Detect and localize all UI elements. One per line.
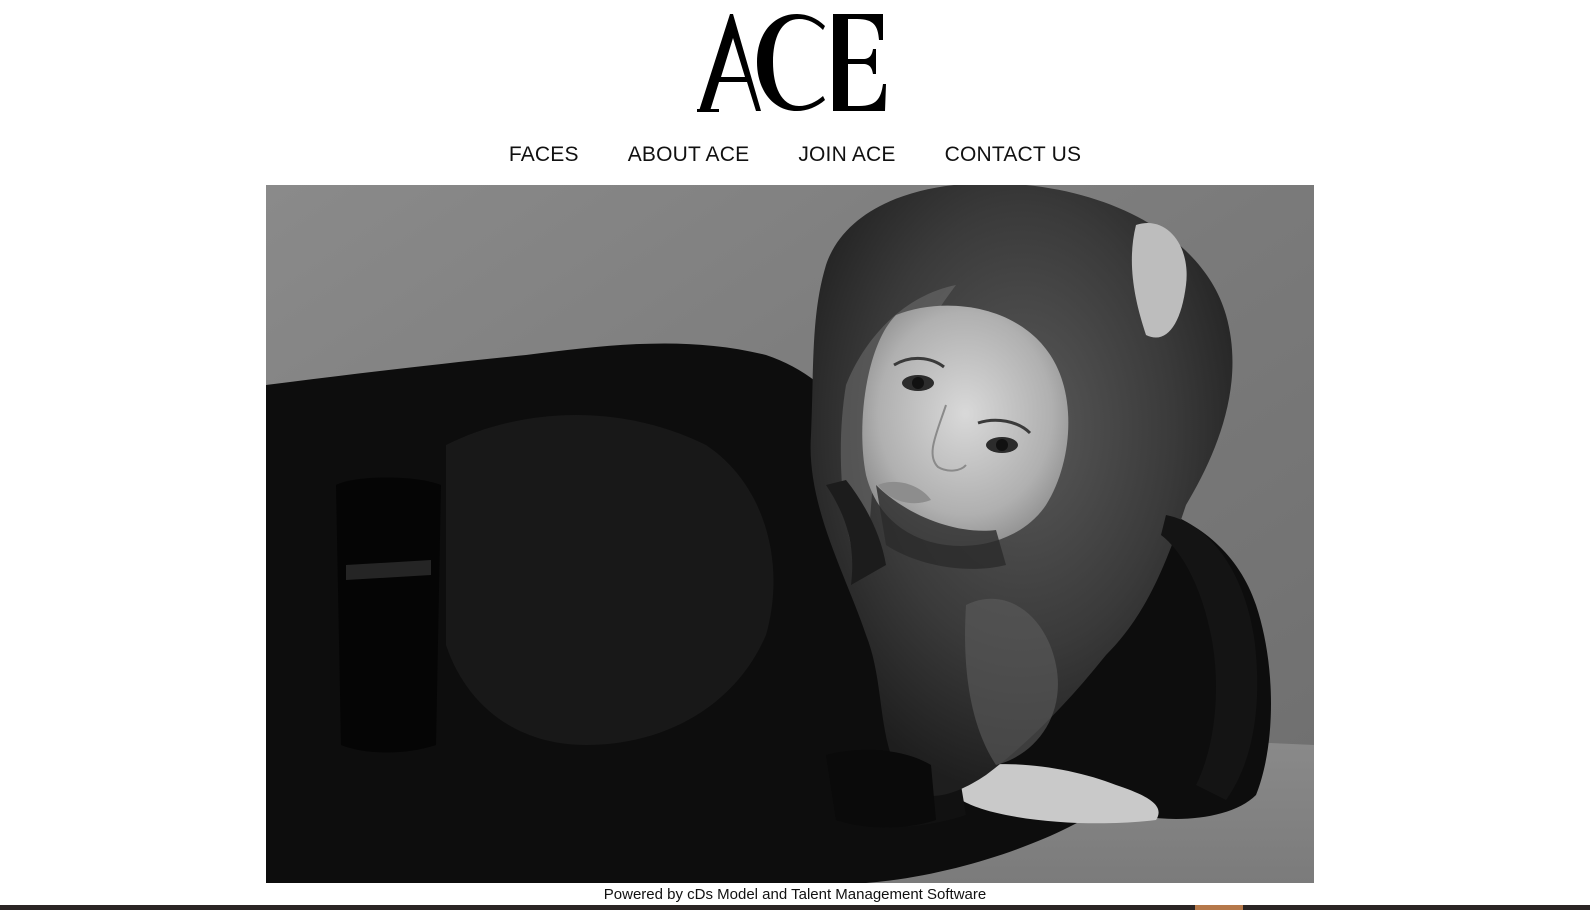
nav-item-contact-us[interactable]: CONTACT US (945, 143, 1082, 167)
nav-item-join-ace[interactable]: JOIN ACE (798, 143, 895, 167)
nav-item-about-ace[interactable]: ABOUT ACE (628, 143, 750, 167)
ace-logo-icon (697, 14, 886, 112)
page: FACES ABOUT ACE JOIN ACE CONTACT US Powe… (0, 0, 1590, 922)
portrait-image (266, 185, 1314, 883)
nav-item-faces[interactable]: FACES (509, 143, 579, 167)
powered-by-text[interactable]: Powered by cDs Model and Talent Manageme… (0, 885, 1590, 905)
hero-photo (266, 185, 1314, 883)
bottom-bar (0, 905, 1590, 910)
brand-logo[interactable] (697, 10, 887, 114)
main-nav: FACES ABOUT ACE JOIN ACE CONTACT US (0, 143, 1590, 167)
bottom-bar-accent (1195, 905, 1243, 910)
